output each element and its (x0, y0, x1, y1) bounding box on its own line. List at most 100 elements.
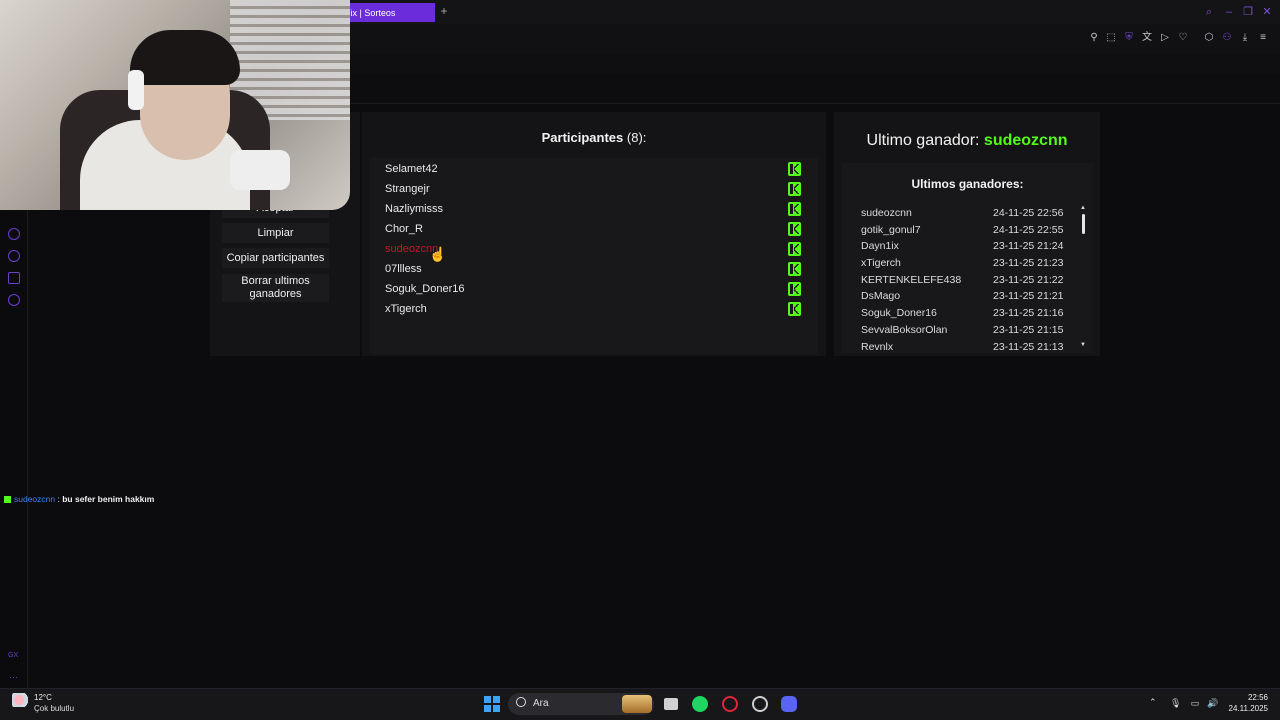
webcam-headphones (128, 70, 144, 110)
last-winner-heading: Ultimo ganador: sudeozcnn (866, 132, 1068, 149)
sidebar-history-icon[interactable] (8, 250, 20, 262)
microphone-icon[interactable]: 🎙 (1170, 698, 1181, 708)
winner-row: gotik_gonul7 24-11-25 22:55 (842, 222, 1082, 239)
translate-icon[interactable]: 文 (1140, 31, 1154, 45)
app-icon[interactable] (752, 696, 768, 712)
kick-icon (788, 162, 801, 176)
last-winner-name: sudeozcnn (983, 132, 1068, 149)
search-icon (516, 697, 526, 707)
clear-button[interactable]: Limpiar (222, 223, 329, 243)
search-highlight-icon[interactable] (622, 695, 652, 713)
participant-row[interactable]: Nazliymisss (385, 199, 805, 219)
winners-list[interactable]: sudeozcnn 24-11-25 22:56 gotik_gonul7 24-11… (842, 205, 1082, 350)
winners-list-title: Ultimos ganadores: (911, 177, 1024, 191)
participant-row[interactable]: xTigerch (385, 299, 805, 319)
spotify-icon[interactable] (692, 696, 708, 712)
webcam-mic-arm (230, 150, 290, 190)
winner-name: gotik_gonul7 (861, 223, 921, 236)
participant-row[interactable]: 07llless (385, 259, 805, 279)
winner-name: Dayn1ix (861, 240, 899, 253)
file-explorer-icon[interactable] (664, 698, 678, 710)
participant-row[interactable]: sudeozcnn (385, 239, 805, 259)
kick-icon (788, 302, 801, 316)
discord-icon[interactable] (781, 696, 797, 712)
winner-date: 24-11-25 22:56 (993, 207, 1064, 219)
volume-icon[interactable]: 🔊 (1207, 698, 1218, 708)
sidebar-settings-icon[interactable] (8, 294, 20, 306)
hand-cursor-icon: ☝ (429, 246, 447, 262)
kick-icon (788, 242, 801, 256)
download-icon[interactable]: ⤓ (1238, 31, 1252, 45)
scroll-up-icon[interactable]: ▲ (1080, 205, 1086, 211)
winner-name: xTigerch (861, 257, 901, 270)
weather-desc[interactable]: Çok bulutlu (34, 704, 74, 713)
new-tab-button[interactable]: + (438, 5, 450, 17)
winner-date: 23-11-25 21:15 (993, 323, 1064, 336)
kick-icon (788, 222, 801, 236)
winner-name: Revnlx (861, 340, 894, 351)
kick-icon (788, 182, 801, 196)
winner-row: DsMago 23-11-25 21:21 (842, 288, 1082, 305)
kick-icon (788, 202, 801, 216)
sidebar-extensions-icon[interactable] (8, 272, 20, 284)
scroll-down-icon[interactable]: ▼ (1080, 342, 1086, 348)
extensions-icon[interactable]: ⬡ (1202, 31, 1216, 45)
chat-text: bu sefer benim hakkım (62, 494, 155, 504)
search-label: Ara (533, 698, 549, 709)
participants-count: (8): (626, 130, 647, 145)
winner-row: sudeozcnn 24-11-25 22:56 (842, 205, 1082, 222)
play-icon[interactable]: ▷ (1158, 31, 1172, 45)
sidebar-player-icon[interactable] (8, 228, 20, 240)
chat-username[interactable]: sudeozcnn (14, 494, 55, 504)
winner-date: 24-11-25 22:55 (993, 223, 1064, 236)
participant-row[interactable]: Selamet42 (385, 159, 805, 179)
heart-icon[interactable]: ♡ (1176, 31, 1190, 45)
winner-name: sudeozcnn (861, 207, 912, 219)
vpn-shield-icon[interactable]: ⛨ (1122, 31, 1136, 45)
winner-name: SevvalBoksorOlan (861, 323, 948, 336)
winner-date: 23-11-25 21:16 (993, 307, 1064, 320)
kick-icon (788, 282, 801, 296)
participant-row[interactable]: Soguk_Doner16 (385, 279, 805, 299)
participant-row[interactable]: Chor_R (385, 219, 805, 239)
network-icon[interactable]: ▭ (1190, 698, 1200, 708)
webcam-hair (130, 30, 240, 85)
participant-row[interactable]: Strangejr (385, 179, 805, 199)
winner-name: Soguk_Doner16 (861, 307, 937, 320)
minimize-icon[interactable]: – (1222, 5, 1236, 19)
menu-icon[interactable]: ≡ (1256, 31, 1270, 45)
weather-icon[interactable] (12, 693, 30, 707)
pin-icon[interactable]: ⚲ (1087, 31, 1101, 45)
snapshot-icon[interactable]: ⬚ (1104, 31, 1118, 45)
winner-row: SevvalBoksorOlan 23-11-25 21:15 (842, 322, 1082, 339)
weather-temp[interactable]: 12°C (34, 693, 52, 702)
winner-date: 23-11-25 21:22 (993, 273, 1064, 286)
winner-date: 23-11-25 21:13 (993, 340, 1064, 351)
delete-winners-button[interactable]: Borrar ultimos ganadores (222, 274, 329, 302)
clock-time[interactable]: 22:56 (1230, 693, 1268, 702)
kick-icon (788, 262, 801, 276)
winner-date: 23-11-25 21:23 (993, 257, 1064, 270)
close-icon[interactable]: ✕ (1260, 5, 1274, 19)
winner-date: 23-11-25 21:21 (993, 290, 1064, 303)
winner-row: Dayn1ix 23-11-25 21:24 (842, 238, 1082, 255)
copy-participants-button[interactable]: Copiar participantes (222, 248, 329, 268)
winner-name: DsMago (861, 290, 901, 303)
start-icon[interactable] (484, 696, 500, 712)
chat-message: sudeozcnn : bu sefer benim hakkım (4, 494, 154, 504)
search-icon[interactable]: ⌕ (1202, 5, 1216, 19)
gx-label[interactable]: GX (8, 652, 18, 659)
winner-row: xTigerch 23-11-25 21:23 (842, 255, 1082, 272)
winner-row: KERTENKELEFE438 23-11-25 21:22 (842, 272, 1082, 289)
maximize-icon[interactable]: ❐ (1241, 5, 1255, 19)
opera-gx-icon[interactable] (722, 696, 738, 712)
scrollbar-thumb[interactable] (1082, 214, 1085, 234)
profile-icon[interactable]: ⚇ (1220, 31, 1234, 45)
winner-row: Soguk_Doner16 23-11-25 21:16 (842, 305, 1082, 322)
webcam-overlay (0, 0, 350, 210)
kick-icon (4, 496, 11, 504)
clock-date[interactable]: 24.11.2025 (1222, 704, 1268, 713)
tab-active[interactable]: Rix | Sorteos (338, 3, 435, 22)
tray-chevron-icon[interactable]: ⌃ (1149, 697, 1157, 708)
sidebar-more-icon[interactable]: ··· (9, 672, 18, 682)
